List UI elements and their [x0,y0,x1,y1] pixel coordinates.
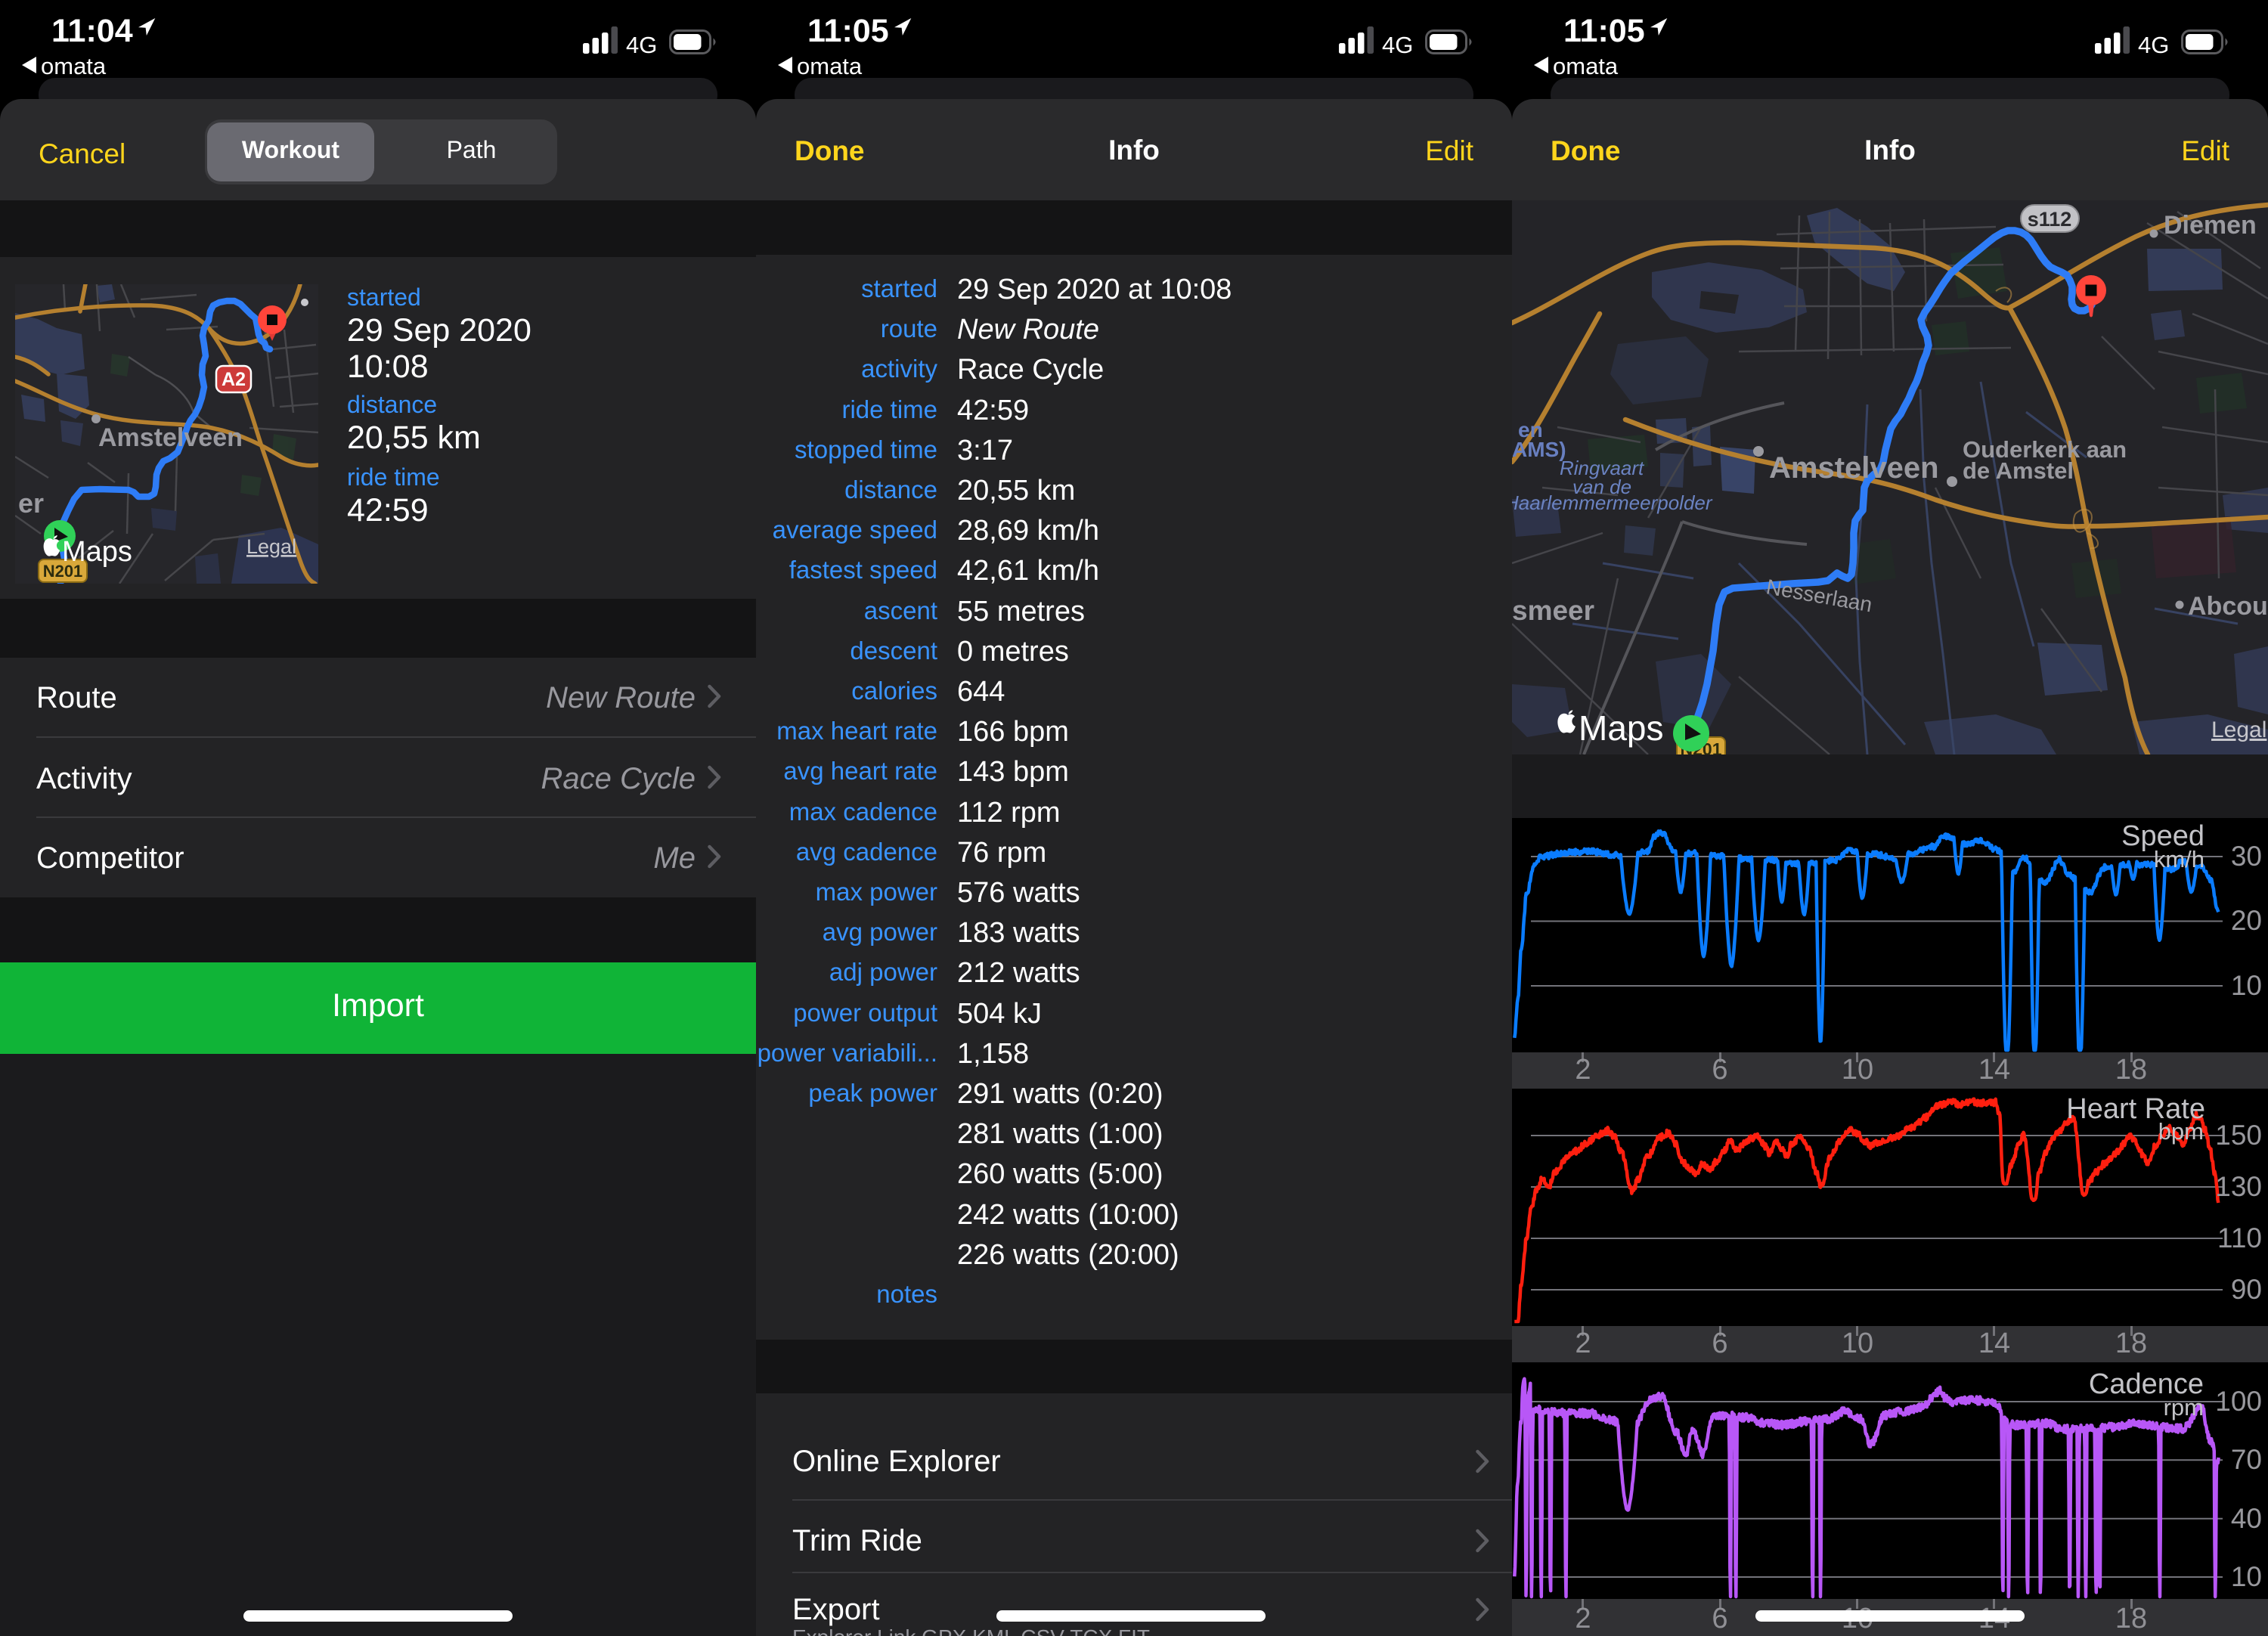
svg-text:Diemen: Diemen [2164,211,2257,240]
svg-text:smeer: smeer [1512,595,1594,626]
svg-text:er: er [18,488,44,519]
svg-text:Maps: Maps [1579,708,1663,748]
svg-text:Amstelveen: Amstelveen [98,423,243,452]
svg-text:A2: A2 [222,369,246,390]
svg-text:Legal: Legal [2211,717,2266,742]
svg-text:Legal: Legal [246,535,296,558]
svg-text:Maps: Maps [62,536,132,568]
svg-text:AMS): AMS) [1512,438,1566,461]
svg-text:Haarlemmermeerpolder: Haarlemmermeerpolder [1512,491,1713,514]
svg-text:Abcoude: Abcoude [2188,592,2268,621]
svg-text:Amstelveen: Amstelveen [1769,451,1939,485]
svg-text:s112: s112 [2028,208,2072,231]
svg-text:de Amstel: de Amstel [1963,457,2074,484]
